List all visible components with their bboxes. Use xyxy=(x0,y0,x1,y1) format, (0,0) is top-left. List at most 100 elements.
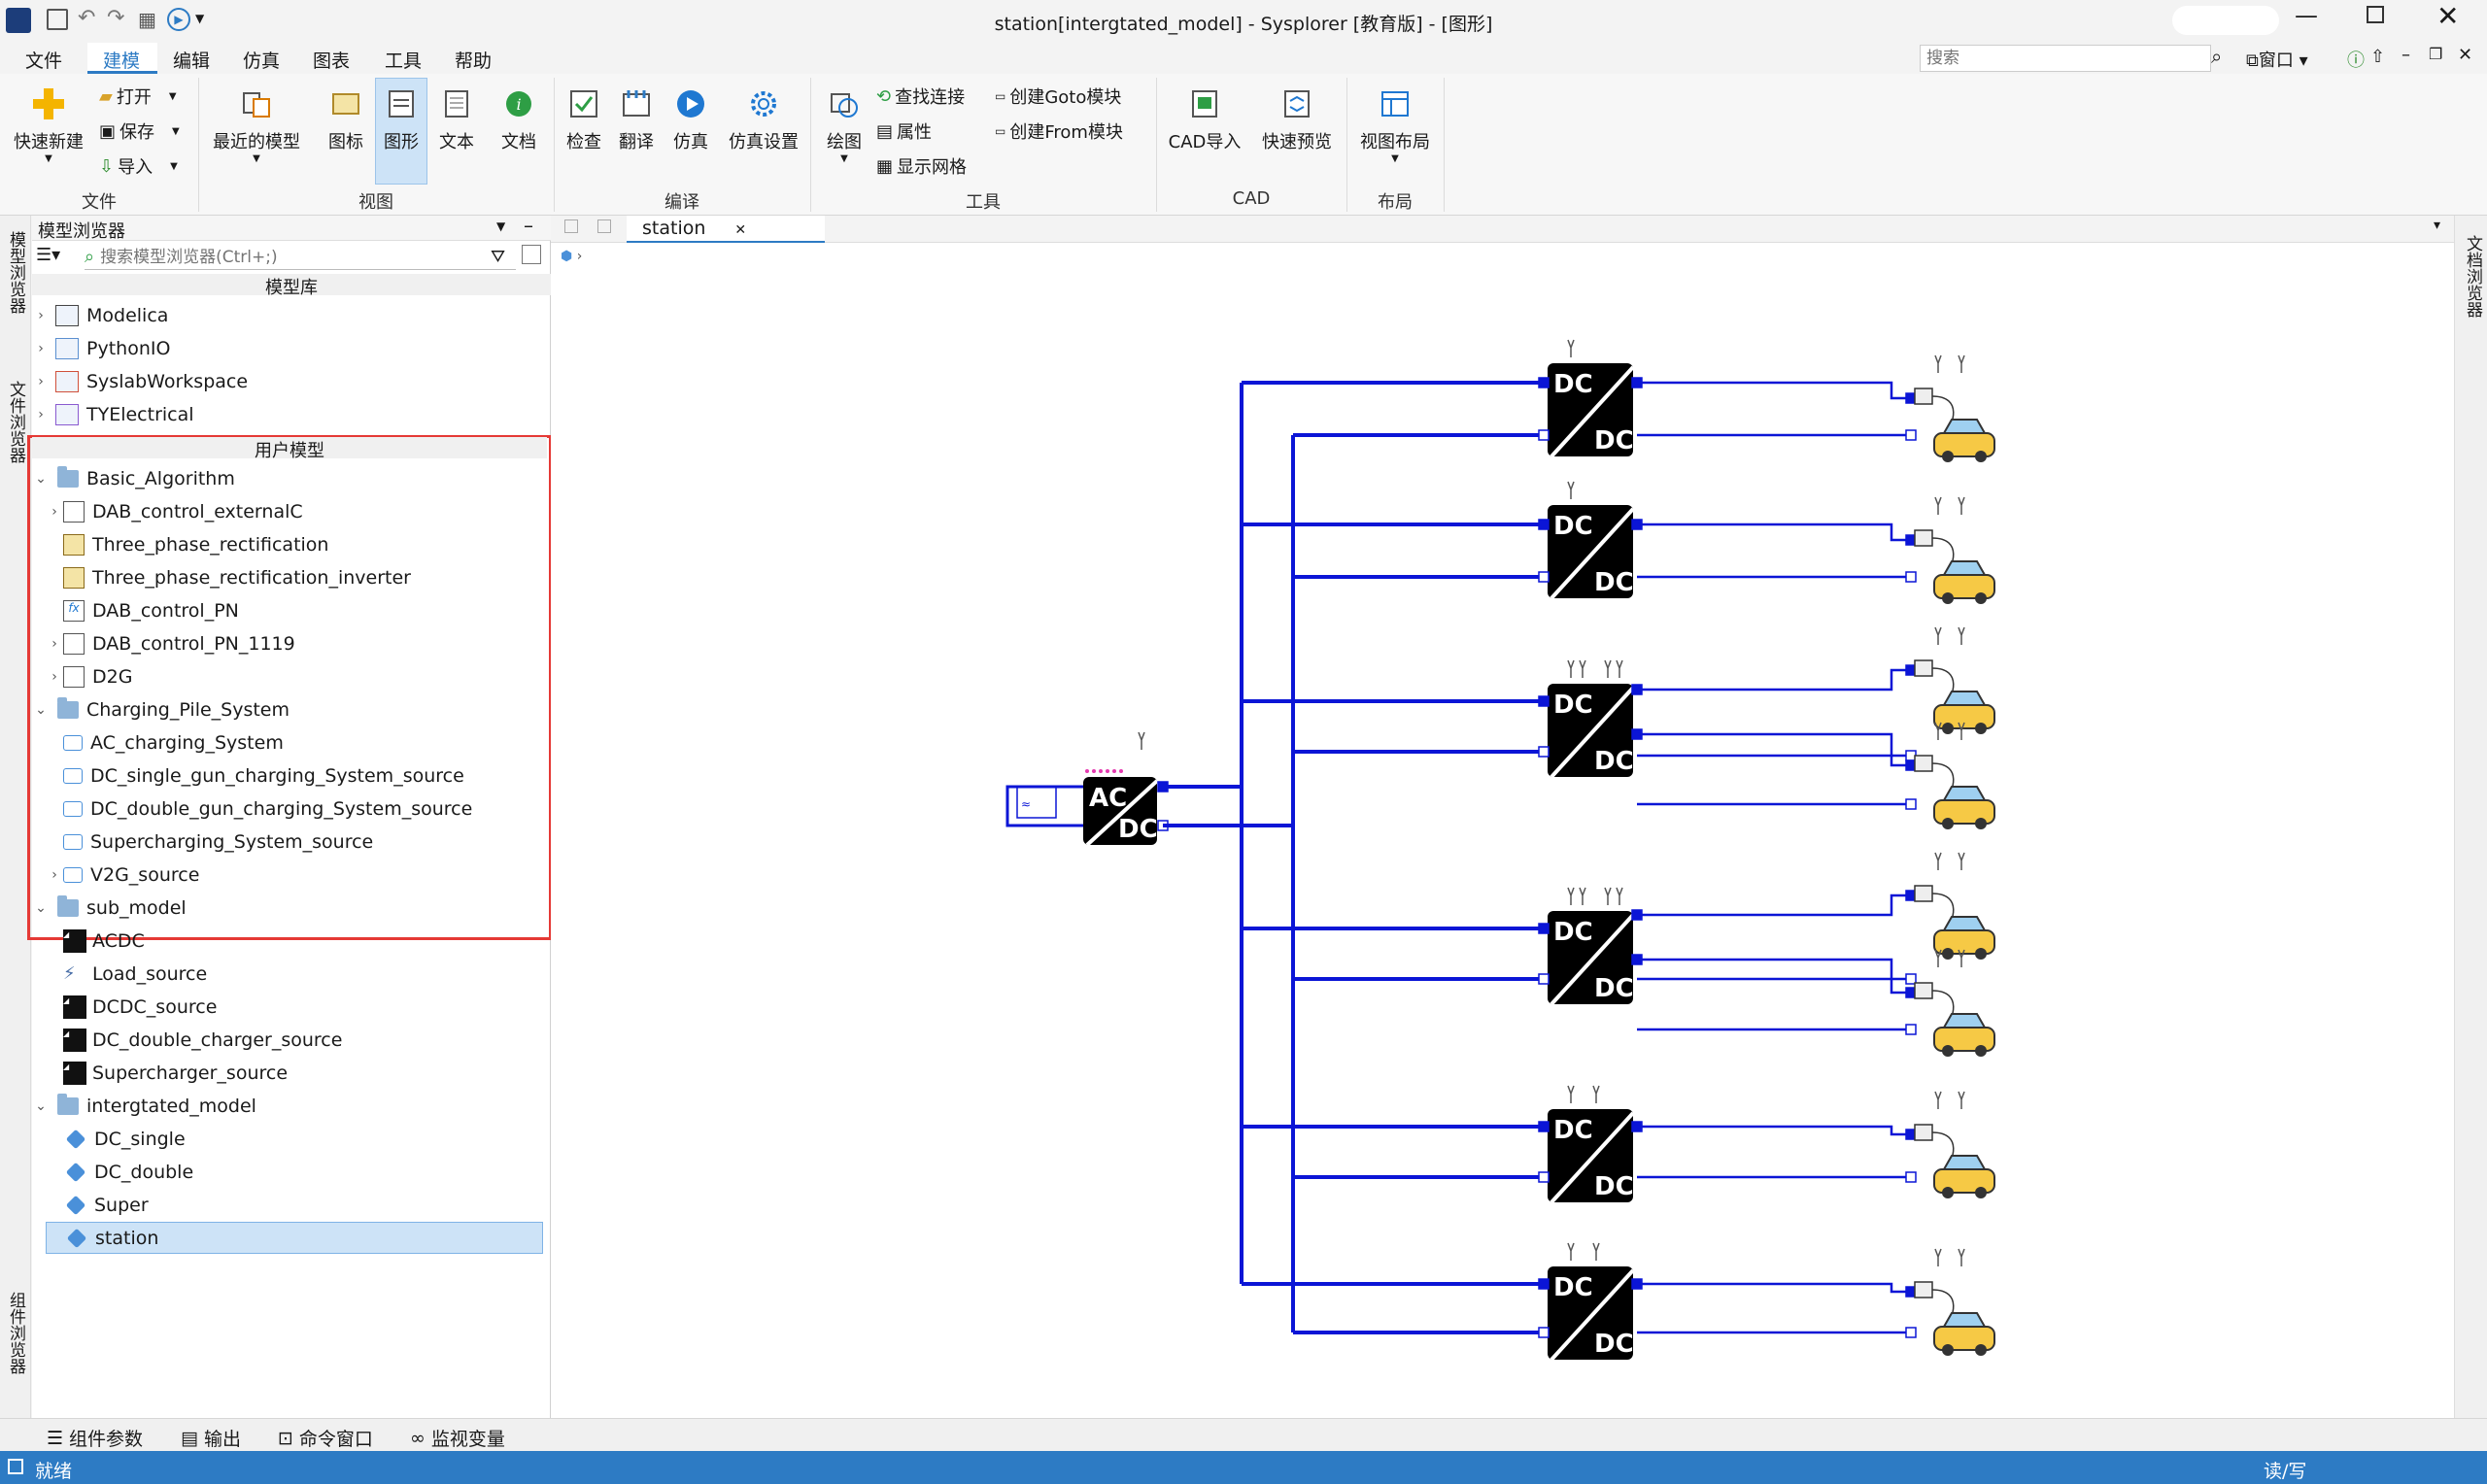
icon-view-button[interactable]: 图标 xyxy=(321,85,371,153)
cad-import-button[interactable]: CAD导入 xyxy=(1162,85,1247,153)
translate-button[interactable]: 翻译 xyxy=(612,85,661,153)
simulate-button[interactable]: 仿真 xyxy=(666,85,715,153)
tree-item[interactable]: ⚡ Load_source xyxy=(46,958,207,990)
port[interactable] xyxy=(1905,1024,1917,1035)
doc-view-button[interactable]: i 文档 xyxy=(494,85,544,153)
library-item[interactable]: › SyslabWorkspace xyxy=(32,365,248,397)
wire[interactable] xyxy=(1637,732,1911,767)
tree-item[interactable]: fx DAB_control_PN xyxy=(46,594,239,626)
wire[interactable] xyxy=(1637,381,1911,400)
charging-plug-icon[interactable] xyxy=(1914,1281,1933,1298)
browser-search[interactable]: ⌕ xyxy=(85,245,516,270)
draw-button[interactable]: 绘图 ▼ xyxy=(816,85,872,164)
tab-watch-variables[interactable]: ∞ 监视变量 xyxy=(410,1425,505,1451)
port[interactable] xyxy=(1538,1121,1550,1132)
tree-item[interactable]: › DAB_control_PN_1119 xyxy=(46,627,295,659)
show-grid-button[interactable]: ▦ 显示网格 xyxy=(876,153,967,179)
expand-arrow-icon[interactable]: › xyxy=(46,504,63,520)
search-icon[interactable]: ⌕ xyxy=(2211,45,2222,68)
expand-arrow-icon[interactable]: › xyxy=(46,636,63,652)
charging-plug-icon[interactable] xyxy=(1914,659,1933,677)
close-button[interactable]: ✕ xyxy=(2436,0,2459,32)
menu-simulation[interactable]: 仿真 xyxy=(243,47,280,73)
port[interactable] xyxy=(1538,429,1550,441)
tab-component-browser[interactable]: 组件浏览器 xyxy=(4,1292,28,1374)
tree-item[interactable]: DC_single_gun_charging_System_source xyxy=(46,759,464,792)
expand-arrow-icon[interactable]: › xyxy=(46,669,63,685)
create-from-button[interactable]: ▭ 创建From模块 xyxy=(995,118,1123,144)
menu-edit[interactable]: 编辑 xyxy=(173,47,210,73)
port[interactable] xyxy=(1905,1327,1917,1338)
open-button[interactable]: ▰ 打开 ▼ xyxy=(99,84,177,109)
account-area[interactable] xyxy=(2172,6,2279,35)
quick-new-button[interactable]: 快速新建 ▼ xyxy=(10,85,87,164)
port[interactable] xyxy=(1905,798,1917,810)
tree-item[interactable]: Supercharging_System_source xyxy=(46,826,373,858)
collapse-arrow-icon[interactable]: ⌄ xyxy=(32,900,50,916)
port[interactable] xyxy=(1538,695,1550,707)
tree-item[interactable]: › D2G xyxy=(46,660,132,692)
wire[interactable] xyxy=(1637,1282,1911,1294)
sim-settings-button[interactable]: 仿真设置 xyxy=(723,85,804,153)
mdi-close[interactable]: ✕ xyxy=(2458,45,2472,65)
minimize-button[interactable]: — xyxy=(2295,2,2318,29)
tab-command-window[interactable]: ⊡ 命令窗口 xyxy=(278,1425,373,1451)
port[interactable] xyxy=(1538,923,1550,934)
restore-button[interactable] xyxy=(2367,6,2384,23)
menu-help[interactable]: 帮助 xyxy=(455,47,492,73)
charging-plug-icon[interactable] xyxy=(1914,388,1933,405)
diagram-canvas[interactable]: ≈ ACDCDCDCDCDCDCDCDCDCDCDCDCDC xyxy=(551,216,2454,1418)
expand-arrow-icon[interactable]: › xyxy=(32,374,50,389)
port[interactable] xyxy=(1538,1171,1550,1183)
port[interactable] xyxy=(1538,377,1550,388)
diagram-view-button[interactable]: 图形 xyxy=(375,85,427,153)
charging-plug-icon[interactable] xyxy=(1914,982,1933,999)
mdi-restore[interactable]: ❐ xyxy=(2429,45,2442,63)
collapse-arrow-icon[interactable]: ⌄ xyxy=(32,471,50,487)
library-item[interactable]: › Modelica xyxy=(32,299,168,331)
quick-preview-button[interactable]: 快速预览 xyxy=(1253,85,1341,153)
tab-component-params[interactable]: ☰ 组件参数 xyxy=(47,1425,143,1451)
port[interactable] xyxy=(1905,571,1917,583)
tree-item[interactable]: Super xyxy=(46,1189,149,1221)
tree-item[interactable]: Three_phase_rectification xyxy=(46,528,328,560)
menu-tools[interactable]: 工具 xyxy=(385,47,422,73)
filter-icon[interactable]: ⛛ xyxy=(491,247,505,267)
save-model-button[interactable]: ▣ 保存 ▼ xyxy=(99,118,180,144)
port[interactable] xyxy=(1905,429,1917,441)
tab-output[interactable]: ▤ 输出 xyxy=(181,1425,241,1451)
tree-item[interactable]: DC_double xyxy=(46,1156,193,1188)
tree-item[interactable]: AC_charging_System xyxy=(46,726,284,759)
menu-chart[interactable]: 图表 xyxy=(313,47,350,73)
import-button[interactable]: ⇩ 导入 ▼ xyxy=(99,153,178,179)
browser-menu-icon[interactable]: ▼ xyxy=(496,219,505,233)
wire[interactable] xyxy=(1637,894,1911,917)
search-input[interactable] xyxy=(1920,45,2211,72)
expand-arrow-icon[interactable]: › xyxy=(46,867,63,883)
tree-item[interactable]: › V2G_source xyxy=(46,859,199,891)
properties-button[interactable]: ▤ 属性 xyxy=(876,118,932,144)
library-item[interactable]: › TYElectrical xyxy=(32,398,194,430)
tree-item[interactable]: ◢ Supercharger_source xyxy=(46,1057,288,1089)
wire[interactable] xyxy=(1637,1125,1911,1136)
menu-file[interactable]: 文件 xyxy=(25,47,62,73)
tree-folder[interactable]: ⌄ intergtated_model xyxy=(32,1090,256,1122)
tree-folder[interactable]: ⌄ Basic_Algorithm xyxy=(32,462,235,494)
port[interactable] xyxy=(1538,1327,1550,1338)
tree-item[interactable]: DC_double_gun_charging_System_source xyxy=(46,793,472,825)
collapse-arrow-icon[interactable]: ⌄ xyxy=(32,702,50,718)
port[interactable] xyxy=(1538,519,1550,530)
tree-folder[interactable]: ⌄ sub_model xyxy=(32,892,187,924)
port[interactable] xyxy=(1538,1278,1550,1290)
expand-arrow-icon[interactable]: › xyxy=(32,308,50,323)
help-icon[interactable]: ⓘ xyxy=(2347,47,2365,72)
text-view-button[interactable]: 文本 xyxy=(431,85,482,153)
tree-item[interactable]: ◢ DCDC_source xyxy=(46,991,217,1023)
wire[interactable] xyxy=(1637,523,1911,542)
mdi-minimize[interactable]: – xyxy=(2402,45,2410,65)
charging-plug-icon[interactable] xyxy=(1914,755,1933,772)
recent-models-button[interactable]: 最近的模型 ▼ xyxy=(208,85,305,164)
tab-model-browser[interactable]: 模型浏览器 xyxy=(4,231,28,314)
charging-plug-icon[interactable] xyxy=(1914,1124,1933,1141)
find-connection-button[interactable]: ⟲ 查找连接 xyxy=(876,84,965,109)
